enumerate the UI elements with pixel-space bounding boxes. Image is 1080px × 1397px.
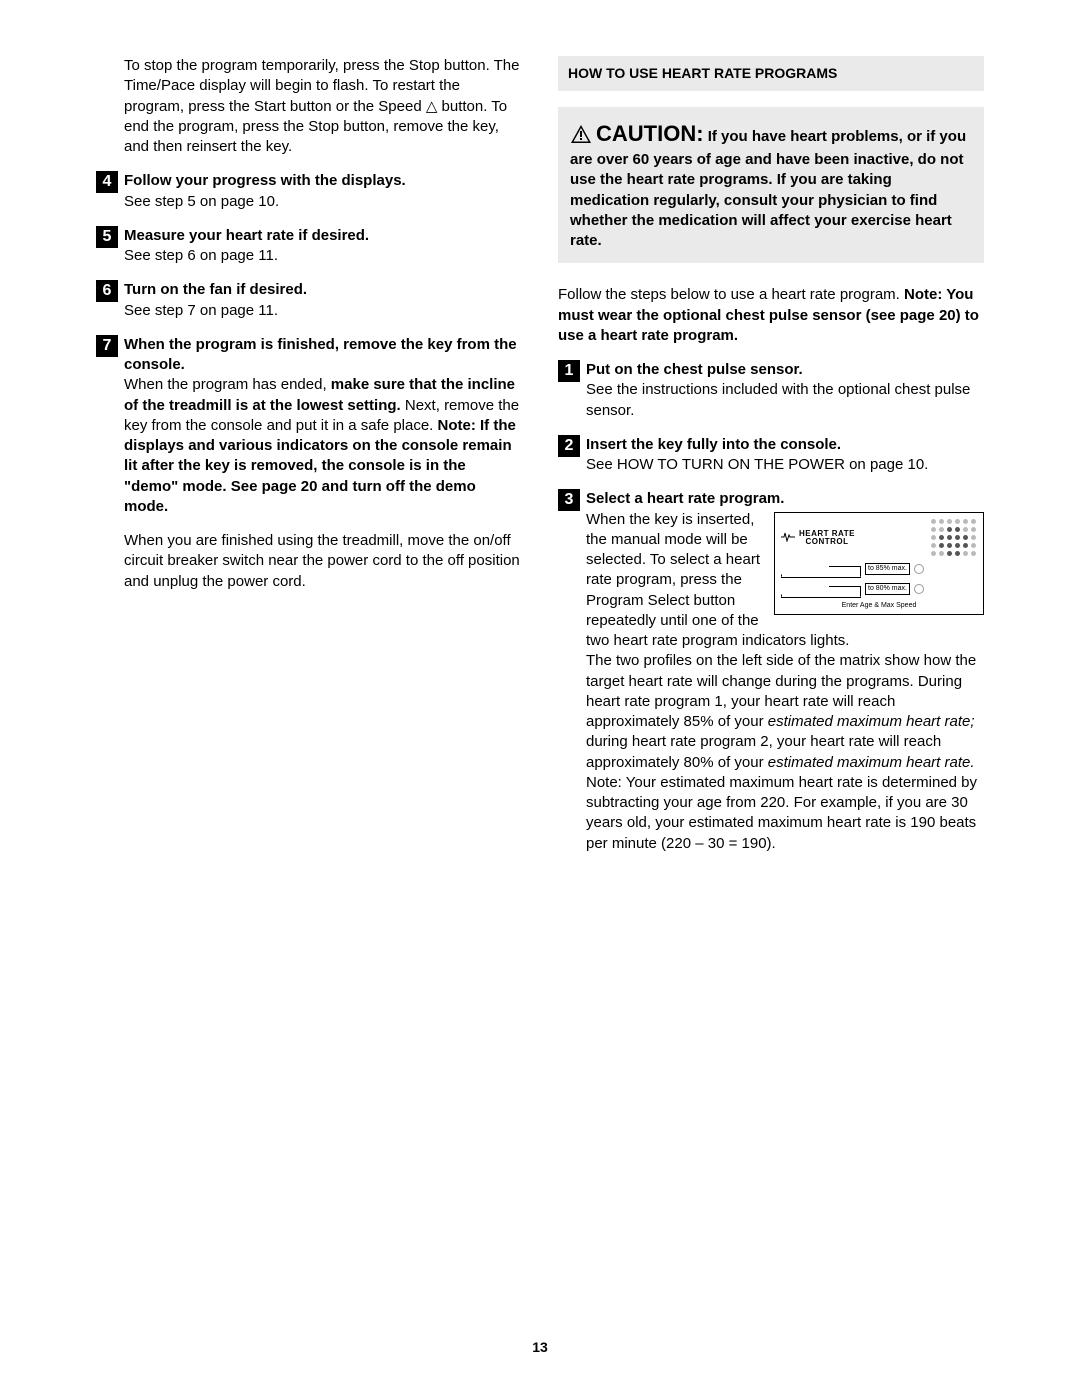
manual-page: To stop the program temporarily, press t… <box>0 0 1080 1397</box>
hr-step-3: 3 Select a heart rate program. HEART RAT… <box>558 489 984 854</box>
step-number-badge: 1 <box>558 360 580 382</box>
caution-box: CAUTION: If you have heart problems, or … <box>558 107 984 264</box>
step-7: 7 When the program is finished, remove t… <box>96 335 522 592</box>
section-heading: HOW TO USE HEART RATE PROGRAMS <box>558 56 984 91</box>
step-body: See step 7 on page 11. <box>124 301 522 321</box>
step-5: 5 Measure your heart rate if desired. Se… <box>96 226 522 267</box>
step-4: 4 Follow your progress with the displays… <box>96 171 522 212</box>
step-title: Put on the chest pulse sensor. <box>586 360 984 380</box>
right-column: HOW TO USE HEART RATE PROGRAMS CAUTION: … <box>558 56 984 868</box>
led-matrix <box>931 519 977 557</box>
step-number-badge: 4 <box>96 171 118 193</box>
label-80: to 80% max. <box>865 583 910 594</box>
profile-80 <box>781 581 861 598</box>
step-body: When the program has ended, make sure th… <box>124 375 522 517</box>
label-85: to 85% max. <box>865 563 910 574</box>
italic-text: estimated maximum heart rate; <box>768 713 975 730</box>
left-column: To stop the program temporarily, press t… <box>96 56 522 868</box>
caution-body: If you have heart problems, or if you ar… <box>570 128 966 249</box>
step-body: See the instructions included with the o… <box>586 380 984 421</box>
indicator-led <box>914 564 924 574</box>
italic-text: estimated maximum heart rate. <box>768 754 975 771</box>
step-number-badge: 2 <box>558 435 580 457</box>
caution-word: CAUTION: <box>596 121 704 146</box>
left-intro: To stop the program temporarily, press t… <box>96 56 522 157</box>
step-number-badge: 7 <box>96 335 118 357</box>
step-6: 6 Turn on the fan if desired. See step 7… <box>96 280 522 321</box>
profile-85 <box>781 561 861 578</box>
step-title: Follow your progress with the displays. <box>124 171 522 191</box>
step-body: See step 6 on page 11. <box>124 246 522 266</box>
step-title: Measure your heart rate if desired. <box>124 226 522 246</box>
step-title: Select a heart rate program. <box>586 489 984 509</box>
hr-step-1: 1 Put on the chest pulse sensor. See the… <box>558 360 984 421</box>
indicator-led <box>914 584 924 594</box>
step-number-badge: 3 <box>558 489 580 511</box>
diagram-title-2: CONTROL <box>799 538 855 546</box>
page-number: 13 <box>0 1338 1080 1357</box>
step-number-badge: 5 <box>96 226 118 248</box>
text: When the program has ended, <box>124 376 331 393</box>
step-body: See step 5 on page 10. <box>124 192 522 212</box>
text: Note: Your estimated maximum heart rate … <box>586 774 977 852</box>
step-title: Turn on the fan if desired. <box>124 280 522 300</box>
step-number-badge: 6 <box>96 280 118 302</box>
heartbeat-icon <box>781 530 795 546</box>
diagram-footer: Enter Age & Max Speed <box>781 601 977 610</box>
hr-step-2: 2 Insert the key fully into the console.… <box>558 435 984 476</box>
wrap-block: HEART RATE CONTROL <box>586 510 984 652</box>
heart-rate-diagram: HEART RATE CONTROL <box>774 512 984 615</box>
step-body: The two profiles on the left side of the… <box>586 651 984 854</box>
text: Follow the steps below to use a heart ra… <box>558 286 904 303</box>
step-body: When you are finished using the treadmil… <box>124 531 522 592</box>
step-title: When the program is finished, remove the… <box>124 335 522 376</box>
step-title: Insert the key fully into the console. <box>586 435 984 455</box>
right-intro: Follow the steps below to use a heart ra… <box>558 285 984 346</box>
step-body: See HOW TO TURN ON THE POWER on page 10. <box>586 455 984 475</box>
warning-icon <box>570 124 592 150</box>
